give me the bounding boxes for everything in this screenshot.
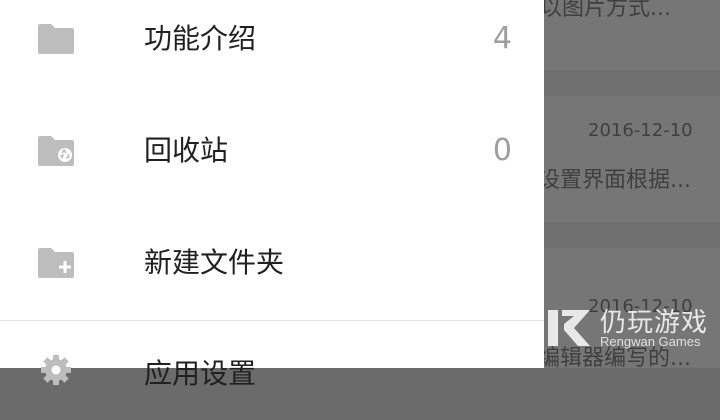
drawer-item-app-settings[interactable]: 应用设置 bbox=[0, 330, 544, 420]
new-folder-icon bbox=[38, 248, 74, 278]
note-preview-text: 设置界面根据... bbox=[538, 168, 691, 193]
drawer-item-label: 应用设置 bbox=[144, 357, 257, 390]
watermark-logo bbox=[548, 310, 590, 346]
drawer-item-new-folder[interactable]: 新建文件夹 bbox=[0, 218, 544, 308]
drawer-item-recycle-bin[interactable]: 回收站 0 bbox=[0, 106, 544, 196]
gear-icon bbox=[41, 355, 71, 385]
watermark: 仍玩游戏 Rengwan Games bbox=[544, 300, 720, 368]
drawer-item-features[interactable]: 功能介绍 4 bbox=[0, 0, 544, 84]
note-card[interactable]: 2016-12-10 设置界面根据... bbox=[538, 96, 720, 222]
recycle-folder-icon bbox=[38, 136, 74, 166]
note-card[interactable]: 以图片方式... bbox=[540, 0, 720, 70]
folder-icon bbox=[38, 24, 74, 54]
item-count: 0 bbox=[492, 133, 512, 168]
navigation-drawer: 功能介绍 4 回收站 0 新建文件夹 应用设置 bbox=[0, 0, 544, 390]
drawer-item-label: 功能介绍 bbox=[144, 22, 257, 55]
drawer-divider bbox=[0, 320, 544, 321]
drawer-item-label: 回收站 bbox=[144, 134, 229, 167]
note-date: 2016-12-10 bbox=[588, 120, 693, 141]
item-count: 4 bbox=[492, 21, 512, 56]
watermark-subtitle: Rengwan Games bbox=[600, 334, 701, 349]
note-preview-text: 以图片方式... bbox=[540, 0, 671, 21]
drawer-item-label: 新建文件夹 bbox=[144, 246, 285, 279]
